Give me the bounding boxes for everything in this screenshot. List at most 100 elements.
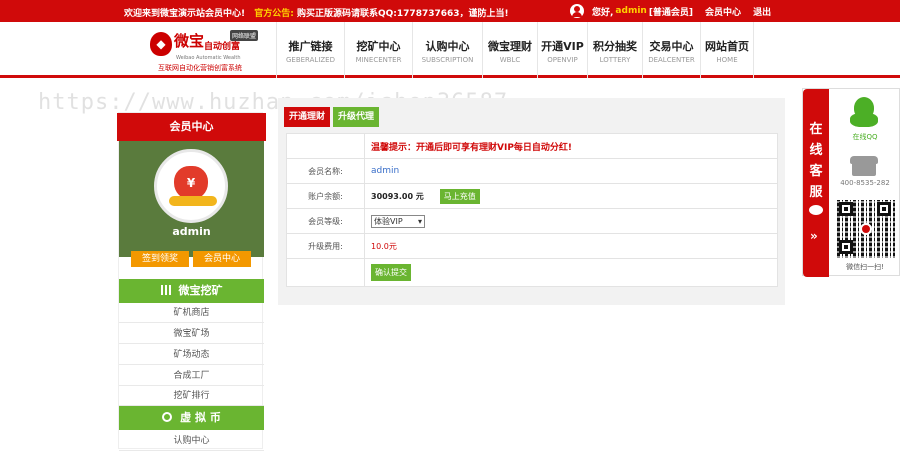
customer-service-float: 在 线 客 服 » 在线QQ 400-8535-282 微信扫一扫! (802, 88, 900, 277)
user-icon (570, 4, 584, 18)
sidebar-item-synthesis-factory[interactable]: 合成工厂 (119, 366, 264, 386)
top-username[interactable]: admin (615, 6, 646, 16)
section-label: 虚 拟 币 (180, 411, 221, 424)
logout-link[interactable]: 退出 (753, 5, 771, 18)
fee-value: 10.0元 (371, 241, 397, 251)
member-sidebar: 会员中心 ¥ admin 签到领奖 会员中心 微宝挖矿 矿机商店 微宝矿场 矿场… (117, 112, 266, 451)
nav-item-finance[interactable]: 微宝理财 WBLC (482, 22, 537, 78)
wechat-qr-code (837, 200, 895, 258)
nav-sublabel: SUBSCRIPTION (421, 56, 474, 64)
nav-item-subscription[interactable]: 认购中心 SUBSCRIPTION (412, 22, 482, 78)
grid-icon (160, 285, 171, 295)
notice-label: 官方公告: (254, 9, 294, 19)
nav-sublabel: MINECENTER (355, 56, 402, 64)
avatar[interactable]: ¥ (154, 149, 228, 223)
vip-notice: 温馨提示：开通后即可享有理财VIP每日自动分红! (371, 142, 573, 153)
form-row-notice: 温馨提示：开通后即可享有理财VIP每日自动分红! (287, 134, 777, 159)
nav-sublabel: OPENVIP (547, 56, 578, 64)
member-level: [普通会员] (648, 7, 694, 18)
nav-label: 网站首页 (705, 40, 749, 53)
nav-sublabel: DEALCENTER (648, 56, 695, 64)
nav-label: 推广链接 (288, 40, 333, 53)
cs-tab[interactable]: 在 线 客 服 » (803, 89, 829, 277)
panel-tabs: 开通理财 升级代理 (284, 107, 382, 127)
recharge-button[interactable]: 马上充值 (439, 188, 480, 204)
qq-icon[interactable] (850, 97, 878, 129)
tab-open-finance[interactable]: 开通理财 (284, 107, 331, 127)
form-row-username: 会员名称: admin (287, 159, 777, 184)
sign-in-reward-button[interactable]: 签到领奖 (131, 251, 189, 267)
nav-item-mine-center[interactable]: 挖矿中心 MINECENTER (344, 22, 412, 78)
level-label: 会员等级: (287, 209, 365, 233)
balance-value: 30093.00 元 (371, 191, 424, 201)
nav-label: 积分抽奖 (593, 40, 637, 53)
sidebar-item-mine-news[interactable]: 矿场动态 (119, 345, 264, 365)
username-value: admin (371, 166, 400, 176)
top-welcome: 欢迎来到微宝演示站会员中心! 官方公告: 购买正版源码请联系QQ:1778737… (124, 6, 509, 19)
nav-label: 开通VIP (541, 40, 584, 53)
greeting-text: 您好, (592, 7, 614, 18)
nav-item-deal-center[interactable]: 交易中心 DEALCENTER (642, 22, 700, 78)
nav-label: 挖矿中心 (356, 40, 401, 53)
section-label: 微宝挖矿 (178, 284, 223, 297)
nav-sublabel: HOME (716, 56, 738, 64)
submit-button[interactable]: 确认提交 (371, 264, 411, 281)
fee-label: 升级费用: (287, 234, 365, 258)
double-chevron-right-icon[interactable]: » (810, 229, 818, 243)
nav-label: 交易中心 (649, 40, 694, 53)
sidebar-item-miner-shop[interactable]: 矿机商店 (119, 303, 264, 323)
sidebar-item-mining-rank[interactable]: 挖矿排行 (119, 386, 264, 406)
form-row-balance: 账户余额: 30093.00 元 马上充值 (287, 184, 777, 209)
coin-icon (162, 412, 173, 422)
vip-form: 温馨提示：开通后即可享有理财VIP每日自动分红! 会员名称: admin 账户余… (286, 133, 778, 287)
cs-vertical-text: 在 线 客 服 (809, 119, 823, 203)
sidebar-title: 会员中心 (117, 113, 266, 141)
member-center-button[interactable]: 会员中心 (193, 251, 251, 267)
money-bag-icon: ¥ (174, 166, 208, 200)
chat-bubble-icon (809, 205, 823, 215)
form-row-submit: 确认提交 (287, 259, 777, 286)
site-logo[interactable]: ◆ 微宝 自动创富 网络联盟 Weibao Automatic Wealth 互… (150, 28, 272, 74)
qq-label[interactable]: 在线QQ (829, 132, 900, 142)
sidebar-section-mining[interactable]: 微宝挖矿 (119, 279, 264, 303)
cs-char: 客 (809, 164, 823, 179)
qr-label: 微信扫一扫! (846, 263, 884, 271)
nav-item-open-vip[interactable]: 开通VIP OPENVIP (537, 22, 587, 78)
level-select[interactable]: 体验VIP (371, 214, 425, 228)
nav-item-promote[interactable]: 推广链接 GEBERALIZED (276, 22, 344, 78)
top-member-center-link[interactable]: 会员中心 (705, 5, 741, 18)
nav-item-lottery[interactable]: 积分抽奖 LOTTERY (587, 22, 642, 78)
main-nav: 推广链接 GEBERALIZED 挖矿中心 MINECENTER 认购中心 SU… (276, 22, 754, 78)
welcome-text: 欢迎来到微宝演示站会员中心! (124, 9, 246, 19)
nav-label: 微宝理财 (488, 40, 532, 53)
logo-mark-icon: ◆ (150, 32, 172, 56)
empty-label (287, 259, 365, 286)
top-bar: 欢迎来到微宝演示站会员中心! 官方公告: 购买正版源码请联系QQ:1778737… (0, 0, 900, 22)
coins-icon (169, 196, 217, 206)
empty-label (287, 134, 365, 158)
sidebar-item-mine-field[interactable]: 微宝矿场 (119, 324, 264, 344)
profile-username: admin (172, 225, 211, 238)
vip-panel: 开通理财 升级代理 温馨提示：开通后即可享有理财VIP每日自动分红! 会员名称:… (278, 98, 785, 305)
sidebar-item-subscription-center[interactable]: 认购中心 (119, 431, 264, 451)
logo-slogan: 互联网自动化营销创富系统 (158, 64, 242, 72)
notice-text: 购买正版源码请联系QQ:1778737663，谨防上当! (297, 9, 509, 19)
cs-char: 在 (809, 122, 823, 137)
logo-english: Weibao Automatic Wealth (176, 55, 241, 61)
profile-card: ¥ admin (119, 141, 264, 257)
header: ◆ 微宝 自动创富 网络联盟 Weibao Automatic Wealth 互… (0, 22, 900, 78)
nav-sublabel: GEBERALIZED (285, 56, 335, 64)
tab-upgrade-agent[interactable]: 升级代理 (333, 107, 380, 127)
nav-sublabel: WBLC (499, 56, 521, 64)
balance-label: 账户余额: (287, 184, 365, 208)
nav-sublabel: LOTTERY (599, 56, 631, 64)
nav-label: 认购中心 (425, 40, 470, 53)
form-row-level: 会员等级: 体验VIP (287, 209, 777, 234)
sidebar-section-virtual-coin[interactable]: 虚 拟 币 (119, 406, 264, 430)
nav-item-home[interactable]: 网站首页 HOME (700, 22, 754, 78)
profile-buttons: 签到领奖 会员中心 (131, 251, 251, 267)
username-label: 会员名称: (287, 159, 365, 183)
phone-number: 400-8535-282 (840, 179, 890, 187)
cs-char: 服 (809, 185, 823, 200)
cs-char: 线 (809, 143, 823, 158)
